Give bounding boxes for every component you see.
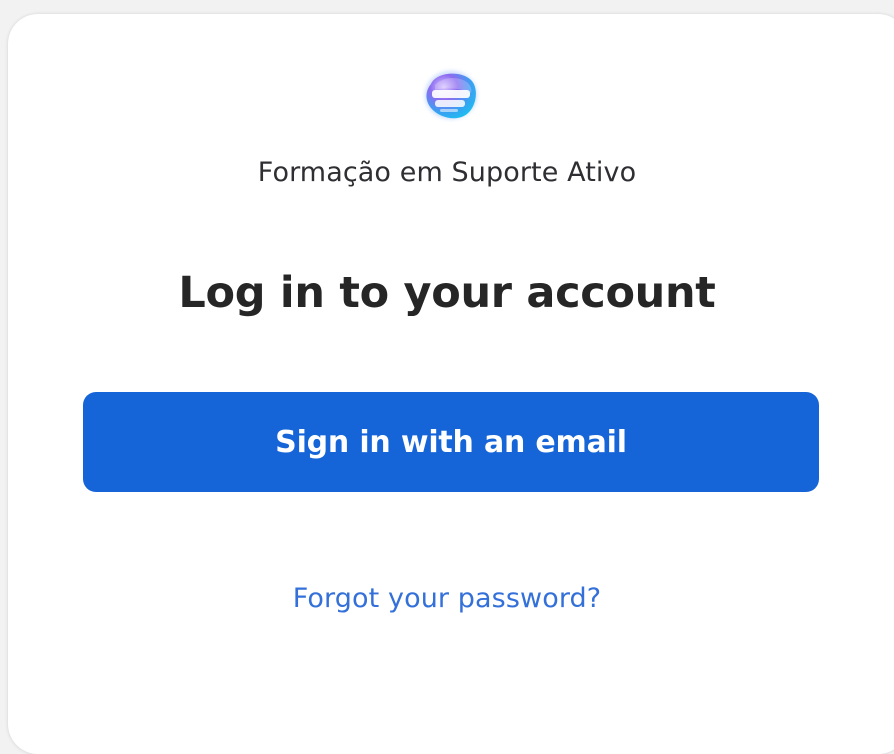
login-card bbox=[8, 14, 894, 754]
sign-in-with-email-button[interactable]: Sign in with an email bbox=[83, 392, 819, 492]
forgot-password-link[interactable]: Forgot your password? bbox=[0, 583, 894, 614]
page-title: Log in to your account bbox=[178, 268, 716, 318]
suporte-ativo-logo-icon bbox=[421, 66, 481, 122]
organization-name: Formação em Suporte Ativo bbox=[257, 157, 637, 188]
